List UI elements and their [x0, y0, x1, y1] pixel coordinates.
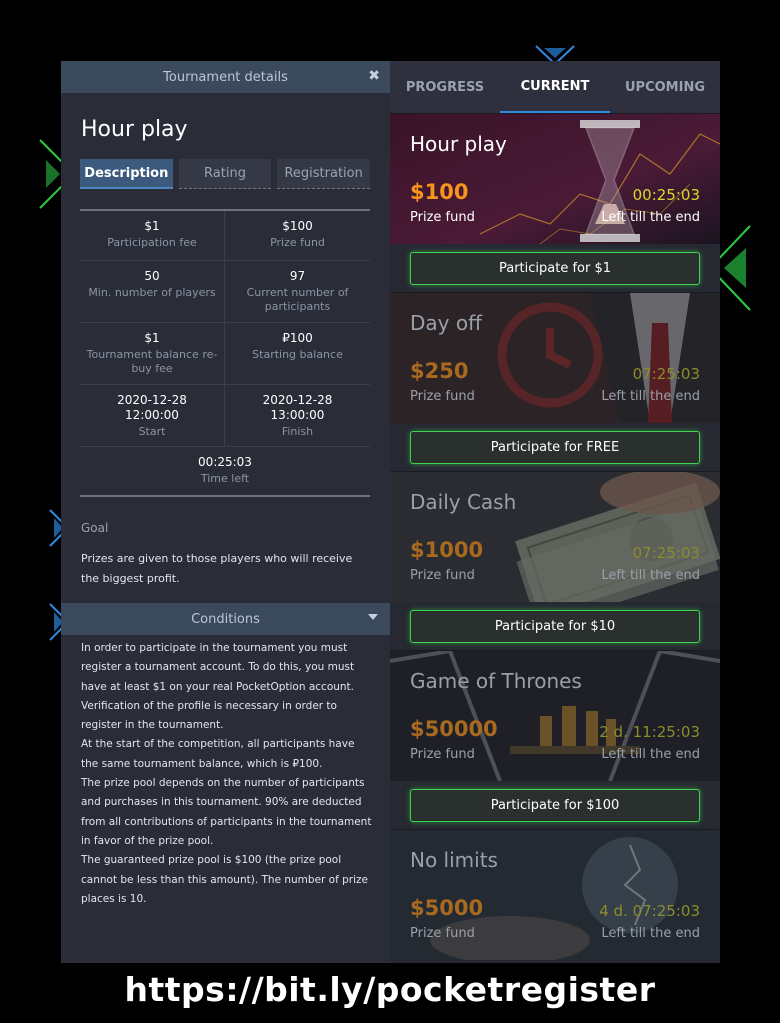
goal-text: Prizes are given to those players who wi…: [81, 552, 353, 585]
detail-label: Prize fund: [270, 236, 325, 249]
tab-registration[interactable]: Registration: [277, 159, 371, 189]
tournament-card-game-of-thrones[interactable]: Game of Thrones $50000 Prize fund 2 d. 1…: [390, 650, 720, 829]
conditions-paragraph: The prize pool depends on the number of …: [81, 777, 372, 847]
card-timer: 2 d. 11:25:03: [599, 723, 700, 741]
tournaments-list-panel: PROGRESS CURRENT UPCOMING Hour play $100…: [390, 61, 720, 963]
details-grid: $1 Participation fee $100 Prize fund 50 …: [80, 209, 370, 497]
detail-value: 2020-12-28 13:00:00: [262, 393, 333, 422]
detail-value: $100: [282, 219, 313, 233]
detail-value: 00:25:03: [198, 455, 252, 469]
card-prize: $1000: [410, 538, 484, 562]
card-title: Game of Thrones: [410, 669, 582, 693]
detail-value: 2020-12-28 12:00:00: [117, 393, 187, 422]
detail-subtabs: Description Rating Registration: [80, 159, 371, 189]
chevron-down-icon: [368, 614, 378, 620]
detail-min-players: 50 Min. number of players: [80, 261, 225, 323]
card-prize: $50000: [410, 717, 498, 741]
detail-label: Start: [138, 425, 166, 438]
close-icon[interactable]: ✖: [368, 68, 380, 84]
tournament-card-no-limits[interactable]: No limits $5000 Prize fund 4 d. 07:25:03…: [390, 829, 720, 963]
tab-upcoming[interactable]: UPCOMING: [610, 61, 720, 113]
card-timer: 00:25:03: [632, 186, 700, 204]
conditions-toggle[interactable]: Conditions: [61, 603, 390, 635]
panel-header: Tournament details ✖: [61, 61, 390, 93]
card-title: Day off: [410, 311, 482, 335]
card-prize: $100: [410, 180, 469, 204]
detail-start: 2020-12-28 12:00:00 Start: [80, 385, 225, 447]
detail-value: ₽100: [282, 331, 313, 345]
footer-url[interactable]: https://bit.ly/pocketregister: [0, 970, 780, 1009]
tournament-details-panel: Tournament details ✖ Hour play Descripti…: [61, 61, 390, 963]
detail-label: Participation fee: [107, 236, 197, 249]
goal-label: Goal: [81, 521, 109, 535]
detail-label: Min. number of players: [88, 286, 216, 299]
detail-label: Current number of participants: [246, 286, 349, 313]
tournament-card-daily-cash[interactable]: Daily Cash $1000 Prize fund 07:25:03 Lef…: [390, 471, 720, 650]
card-title: Hour play: [410, 132, 507, 156]
detail-participation-fee: $1 Participation fee: [80, 211, 225, 261]
tab-rating[interactable]: Rating: [178, 159, 272, 189]
conditions-paragraph: At the start of the competition, all par…: [81, 738, 355, 770]
conditions-text: In order to participate in the tournamen…: [61, 635, 390, 909]
tab-description[interactable]: Description: [80, 159, 173, 189]
tournament-tabs: PROGRESS CURRENT UPCOMING: [390, 61, 720, 113]
card-prize: $250: [410, 359, 469, 383]
detail-value: 50: [144, 269, 160, 283]
tab-current[interactable]: CURRENT: [500, 61, 610, 113]
conditions-paragraph: In order to participate in the tournamen…: [81, 642, 355, 732]
card-timer: 07:25:03: [632, 544, 700, 562]
card-prize-label: Prize fund: [410, 210, 475, 225]
panel-header-title: Tournament details: [163, 69, 288, 85]
card-timer: 07:25:03: [632, 365, 700, 383]
detail-prize-fund: $100 Prize fund: [225, 211, 370, 261]
detail-time-left: 00:25:03 Time left: [80, 447, 370, 495]
participate-button[interactable]: Participate for $1: [410, 252, 700, 285]
detail-rebuy-fee: $1 Tournament balance re-buy fee: [80, 323, 225, 385]
detail-current-participants: 97 Current number of participants: [225, 261, 370, 323]
participate-button[interactable]: Participate for FREE: [410, 431, 700, 464]
card-timer: 4 d. 07:25:03: [599, 902, 700, 920]
detail-label: Finish: [281, 425, 314, 438]
detail-value: $1: [144, 331, 160, 345]
card-timer-label: Left till the end: [601, 747, 700, 762]
card-timer-label: Left till the end: [601, 926, 700, 941]
card-prize-label: Prize fund: [410, 568, 475, 583]
detail-finish: 2020-12-28 13:00:00 Finish: [225, 385, 370, 447]
detail-label: Time left: [200, 472, 250, 485]
card-prize-label: Prize fund: [410, 747, 475, 762]
card-timer-label: Left till the end: [601, 568, 700, 583]
card-timer-label: Left till the end: [601, 210, 700, 225]
detail-value: 97: [289, 269, 306, 283]
detail-label: Starting balance: [252, 348, 343, 361]
participate-button[interactable]: Participate for $10: [410, 610, 700, 643]
tournament-title: Hour play: [81, 117, 188, 142]
detail-value: $1: [144, 219, 160, 233]
conditions-paragraph: The guaranteed prize pool is $100 (the p…: [81, 854, 369, 905]
participate-button[interactable]: Participate for $100: [410, 789, 700, 822]
card-prize-label: Prize fund: [410, 926, 475, 941]
detail-starting-balance: ₽100 Starting balance: [225, 323, 370, 385]
detail-label: Tournament balance re-buy fee: [86, 348, 218, 375]
card-title: No limits: [410, 848, 498, 872]
card-title: Daily Cash: [410, 490, 517, 514]
card-timer-label: Left till the end: [601, 389, 700, 404]
tab-progress[interactable]: PROGRESS: [390, 61, 500, 113]
tournament-card-day-off[interactable]: Day off $250 Prize fund 07:25:03 Left ti…: [390, 292, 720, 471]
card-prize-label: Prize fund: [410, 389, 475, 404]
card-prize: $5000: [410, 896, 484, 920]
conditions-label: Conditions: [191, 611, 260, 627]
tournament-card-hour-play[interactable]: Hour play $100 Prize fund 00:25:03 Left …: [390, 113, 720, 292]
